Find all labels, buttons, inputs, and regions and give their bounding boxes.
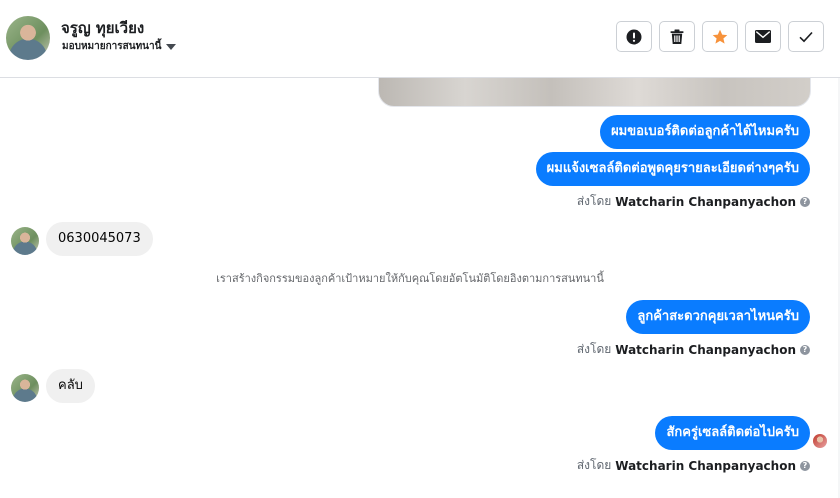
check-icon xyxy=(799,31,813,42)
read-receipt-avatar xyxy=(813,434,827,448)
help-icon[interactable]: ? xyxy=(800,196,810,207)
contact-avatar-small xyxy=(11,227,39,255)
outgoing-message[interactable]: ผมแจ้งเซลล์ติดต่อพูดคุยรายละเอียดต่างๆคร… xyxy=(535,152,810,186)
star-icon xyxy=(712,29,728,44)
agent-name: Watcharin Chanpanyachon xyxy=(615,194,796,209)
incoming-message[interactable]: คลับ xyxy=(46,369,95,403)
outgoing-message[interactable]: ผมขอเบอร์ติดต่อลูกค้าได้ไหมครับ xyxy=(600,115,810,149)
sent-by-label: ส่งโดย Watcharin Chanpanyachon ? xyxy=(577,456,810,475)
agent-name: Watcharin Chanpanyachon xyxy=(615,342,796,357)
delete-button[interactable] xyxy=(659,21,695,52)
sent-by-prefix: ส่งโดย xyxy=(576,458,612,472)
contact-avatar-small xyxy=(11,374,39,402)
mark-unread-button[interactable] xyxy=(745,21,781,52)
alert-icon xyxy=(626,29,642,44)
image-attachment[interactable] xyxy=(378,78,811,107)
caret-down-icon xyxy=(166,44,177,50)
spam-button[interactable] xyxy=(616,21,652,52)
star-button[interactable] xyxy=(702,21,738,52)
envelope-icon xyxy=(755,30,771,43)
outgoing-message[interactable]: ลูกค้าสะดวกคุยเวลาไหนครับ xyxy=(626,300,810,334)
message-thread[interactable]: ผมขอเบอร์ติดต่อลูกค้าได้ไหมครับ ผมแจ้งเซ… xyxy=(0,78,840,498)
contact-name[interactable]: จรูญ ทุยเวียง xyxy=(61,16,144,40)
assign-conversation-dropdown[interactable]: มอบหมายการสนทนานี้ xyxy=(62,39,177,54)
help-icon[interactable]: ? xyxy=(800,460,810,471)
sent-by-prefix: ส่งโดย xyxy=(576,194,612,208)
agent-name: Watcharin Chanpanyachon xyxy=(615,458,796,473)
trash-icon xyxy=(670,29,684,44)
contact-avatar[interactable] xyxy=(6,16,50,60)
system-note: เราสร้างกิจกรรมของลูกค้าเป้าหมายให้กับคุ… xyxy=(216,272,604,285)
mark-done-button[interactable] xyxy=(788,21,824,52)
sent-by-prefix: ส่งโดย xyxy=(576,342,612,356)
help-icon[interactable]: ? xyxy=(800,344,810,355)
conversation-header: จรูญ ทุยเวียง มอบหมายการสนทนานี้ xyxy=(0,0,840,78)
outgoing-message[interactable]: สักครู่เซลล์ติดต่อไปครับ xyxy=(655,416,810,450)
sent-by-label: ส่งโดย Watcharin Chanpanyachon ? xyxy=(577,192,810,211)
assign-label: มอบหมายการสนทนานี้ xyxy=(62,41,162,52)
sent-by-label: ส่งโดย Watcharin Chanpanyachon ? xyxy=(577,340,810,359)
incoming-message[interactable]: 0630045073 xyxy=(46,222,153,256)
